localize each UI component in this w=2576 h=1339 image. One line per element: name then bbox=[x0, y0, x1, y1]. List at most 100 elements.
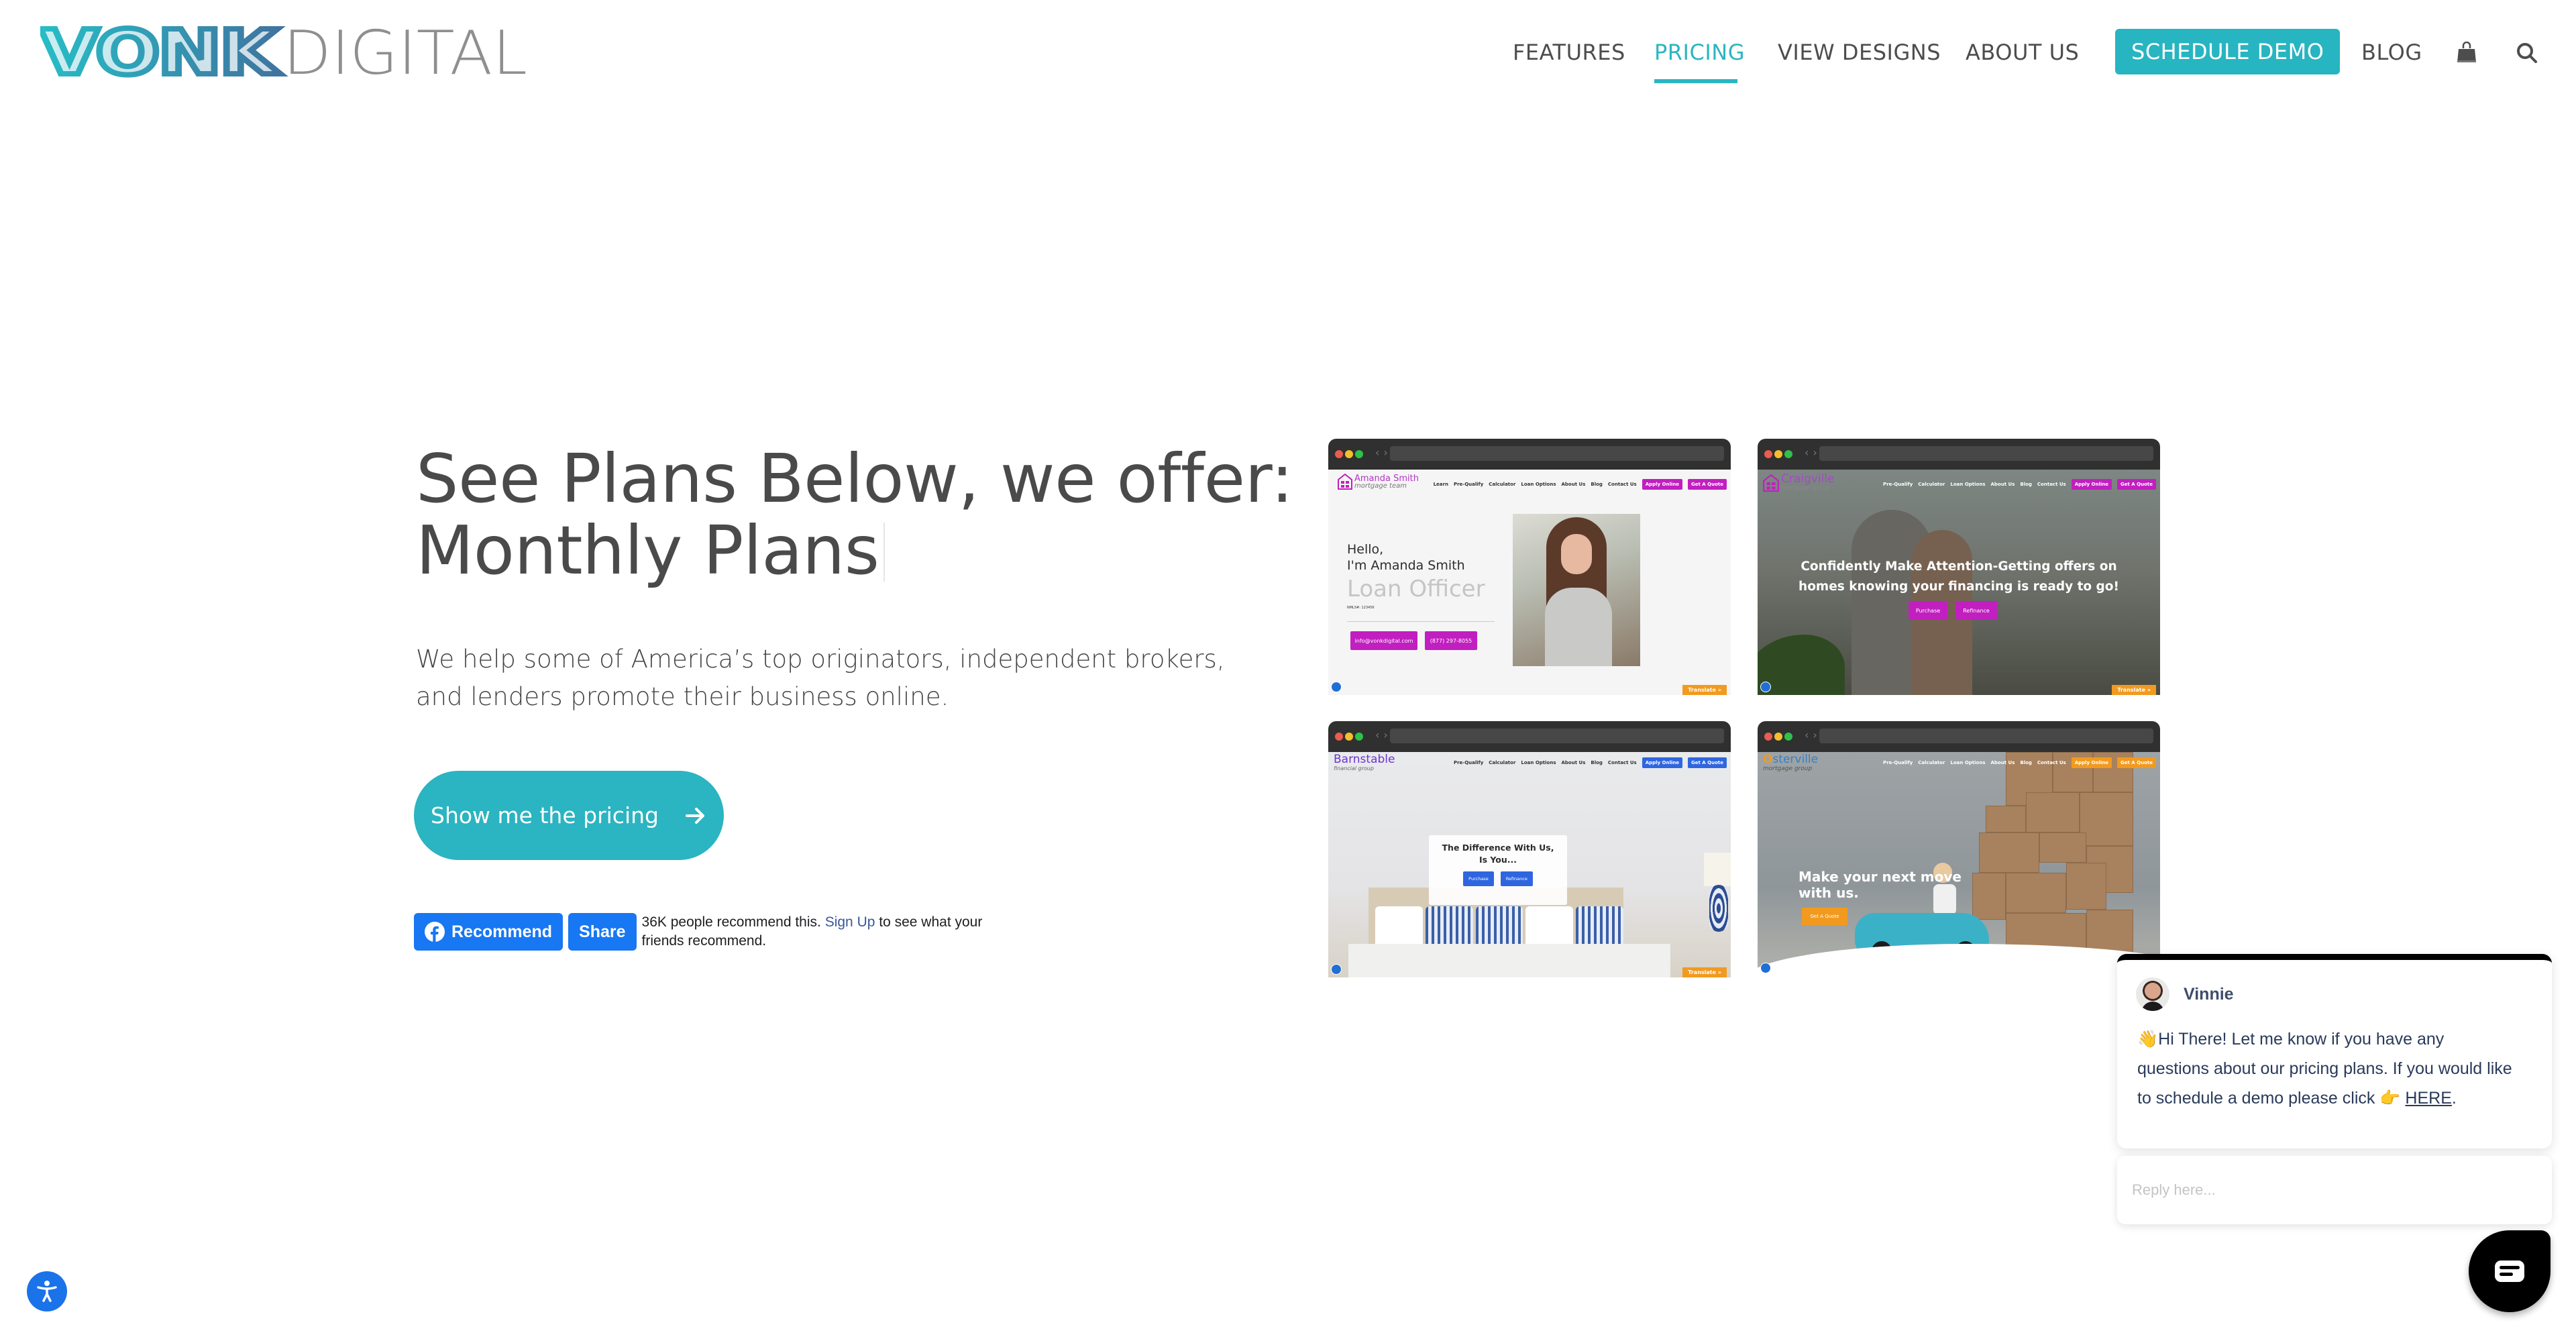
nav-item-view-designs[interactable]: VIEW DESIGNS bbox=[1778, 39, 1941, 66]
fb-recommend-text: 36K people recommend this. Sign Up to se… bbox=[642, 913, 991, 951]
address-bar bbox=[1390, 446, 1724, 461]
site-quote-button: Get A Quote bbox=[2117, 757, 2156, 768]
site-apply-button: Apply Online bbox=[1642, 479, 1683, 490]
search-icon[interactable] bbox=[2516, 42, 2538, 64]
schedule-demo-button[interactable]: SCHEDULE DEMO bbox=[2115, 29, 2341, 74]
window-minimize-dot bbox=[1774, 450, 1782, 458]
site-quote-button: Get A Quote bbox=[1688, 479, 1727, 490]
site-purchase-button: Purchase bbox=[1463, 871, 1494, 886]
schedule-demo-link[interactable]: HERE bbox=[2405, 1089, 2451, 1108]
site-nav-item: About Us bbox=[1990, 482, 2015, 487]
shopping-bag-icon[interactable] bbox=[2455, 41, 2478, 64]
headline-line-1: Confidently Make Attention-Getting offer… bbox=[1801, 559, 2117, 574]
site-brand-name: Barnstable bbox=[1334, 753, 1395, 766]
accessibility-icon bbox=[1760, 682, 1771, 692]
site-greeting: Hello, I'm Amanda Smith bbox=[1347, 541, 1465, 574]
site-brand-name: Amanda Smith bbox=[1354, 473, 1419, 484]
site-brand-sub: mortgage group bbox=[1763, 765, 1813, 772]
site-preview: Osterville mortgage group Pre-Qualify Ca… bbox=[1758, 752, 2160, 977]
site-preview: Amanda Smith mortgage team Learn Pre-Qua… bbox=[1328, 470, 1731, 695]
fb-share-button[interactable]: Share bbox=[568, 913, 637, 951]
site-brand: Osterville mortgage group bbox=[1763, 753, 1818, 772]
site-nav-item: About Us bbox=[1561, 482, 1586, 487]
chat-message-end: . bbox=[2451, 1089, 2457, 1108]
chat-launcher-button[interactable] bbox=[2469, 1230, 2551, 1312]
site-phone-button: (877) 297-8055 bbox=[1425, 631, 1477, 650]
accessibility-button[interactable] bbox=[27, 1271, 67, 1311]
typing-caret bbox=[883, 523, 885, 582]
site-nav-item: Pre-Qualify bbox=[1453, 760, 1484, 765]
fb-recommend-button[interactable]: Recommend bbox=[414, 913, 564, 951]
house-logo-icon bbox=[1338, 474, 1352, 490]
address-bar bbox=[1390, 729, 1724, 743]
site-brand-sub: financial group bbox=[1334, 765, 1374, 771]
site-nav-item: Blog bbox=[1591, 760, 1603, 765]
site-nav-item: Pre-Qualify bbox=[1882, 482, 1913, 487]
site-nav-item: Loan Options bbox=[1950, 760, 1986, 765]
site-nav-item: Loan Options bbox=[1950, 482, 1986, 487]
show-pricing-button[interactable]: Show me the pricing bbox=[414, 771, 724, 860]
window-maximize-dot bbox=[1784, 733, 1792, 741]
window-close-dot bbox=[1335, 450, 1343, 458]
chat-message-card: Vinnie 👋Hi There! Let me know if you hav… bbox=[2117, 954, 2552, 1148]
site-nav-item: Blog bbox=[1591, 482, 1603, 487]
address-bar bbox=[1819, 446, 2153, 461]
window-close-dot bbox=[1764, 450, 1772, 458]
site-nav-item: Calculator bbox=[1489, 760, 1516, 765]
site-brand-name: Craigville bbox=[1781, 472, 1835, 486]
nav-item-features[interactable]: FEATURES bbox=[1513, 39, 1625, 66]
window-maximize-dot bbox=[1355, 450, 1363, 458]
house-logo-icon bbox=[1763, 474, 1779, 492]
design-preview-osterville[interactable]: ‹› Osterville mortgage group Pre-Qualify… bbox=[1758, 721, 2160, 977]
greeting-line-1: Hello, bbox=[1347, 542, 1384, 557]
site-nav-item: Contact Us bbox=[2037, 760, 2066, 765]
design-preview-craigville[interactable]: ‹› Craigville mortgage group Pre-Qualify… bbox=[1758, 439, 2160, 695]
accessibility-icon bbox=[1331, 682, 1342, 692]
design-preview-barnstable[interactable]: ‹› Barnstable financial group Pre-Qualif… bbox=[1328, 721, 1731, 977]
site-nav-item: Learn bbox=[1433, 482, 1448, 487]
translate-badge: Translate » bbox=[1682, 685, 1727, 695]
site-nav-item: Calculator bbox=[1918, 760, 1945, 765]
window-maximize-dot bbox=[1784, 450, 1792, 458]
headline-line-2: homes knowing your financing is ready to… bbox=[1799, 580, 2119, 594]
headline-line-2: with us. bbox=[1799, 885, 1859, 901]
show-pricing-label: Show me the pricing bbox=[431, 802, 659, 828]
chat-reply-input[interactable] bbox=[2117, 1156, 2552, 1224]
address-bar bbox=[1819, 729, 2153, 743]
site-quote-button: Get A Quote bbox=[2117, 479, 2156, 490]
site-divider bbox=[1347, 621, 1495, 622]
window-minimize-dot bbox=[1345, 450, 1353, 458]
fb-signup-link[interactable]: Sign Up bbox=[825, 914, 875, 930]
agent-name: Vinnie bbox=[2184, 985, 2234, 1004]
window-close-dot bbox=[1764, 733, 1772, 741]
accessibility-icon bbox=[1331, 964, 1342, 975]
title-line-1: See Plans Below, we offer: bbox=[416, 439, 1293, 518]
chat-bubble-icon bbox=[2495, 1261, 2524, 1282]
window-minimize-dot bbox=[1774, 733, 1782, 741]
translate-badge: Translate » bbox=[2112, 685, 2156, 695]
greeting-line-2: I'm Amanda Smith bbox=[1347, 558, 1465, 573]
browser-chrome: ‹› bbox=[1328, 439, 1731, 470]
accessibility-icon bbox=[37, 1281, 57, 1302]
site-purchase-button: Purchase bbox=[1909, 601, 1947, 620]
site-headline: Confidently Make Attention-Getting offer… bbox=[1758, 557, 2160, 597]
design-preview-amanda-smith[interactable]: ‹› Amanda Smith mortgage team Learn Pre-… bbox=[1328, 439, 1731, 695]
site-brand: Craigville mortgage group bbox=[1763, 474, 1834, 492]
facebook-icon bbox=[425, 922, 445, 942]
nav-item-about-us[interactable]: ABOUT US bbox=[1966, 39, 2079, 66]
site-quote-cta: Get A Quote bbox=[1802, 908, 1847, 925]
site-preview: Craigville mortgage group Pre-Qualify Ca… bbox=[1758, 470, 2160, 695]
site-nav-item: Blog bbox=[2020, 482, 2032, 487]
nav-item-blog[interactable]: BLOG bbox=[2361, 39, 2422, 66]
site-nav-item: Loan Options bbox=[1521, 760, 1556, 765]
browser-chrome: ‹› bbox=[1758, 721, 2160, 752]
site-brand-sub: mortgage team bbox=[1354, 482, 1407, 490]
moving-boxes-image bbox=[1966, 752, 2160, 967]
facebook-widget: Recommend Share 36K people recommend thi… bbox=[414, 913, 991, 951]
wave-emoji-icon: 👋 bbox=[2137, 1030, 2159, 1049]
site-nav-item: Contact Us bbox=[1607, 482, 1637, 487]
site-nav-item: Calculator bbox=[1489, 482, 1516, 487]
pointing-hand-emoji-icon: 👉 bbox=[2379, 1089, 2401, 1108]
nav-item-pricing[interactable]: PRICING bbox=[1654, 39, 1745, 66]
hero-subtitle: We help some of America’s top originator… bbox=[416, 645, 1225, 711]
